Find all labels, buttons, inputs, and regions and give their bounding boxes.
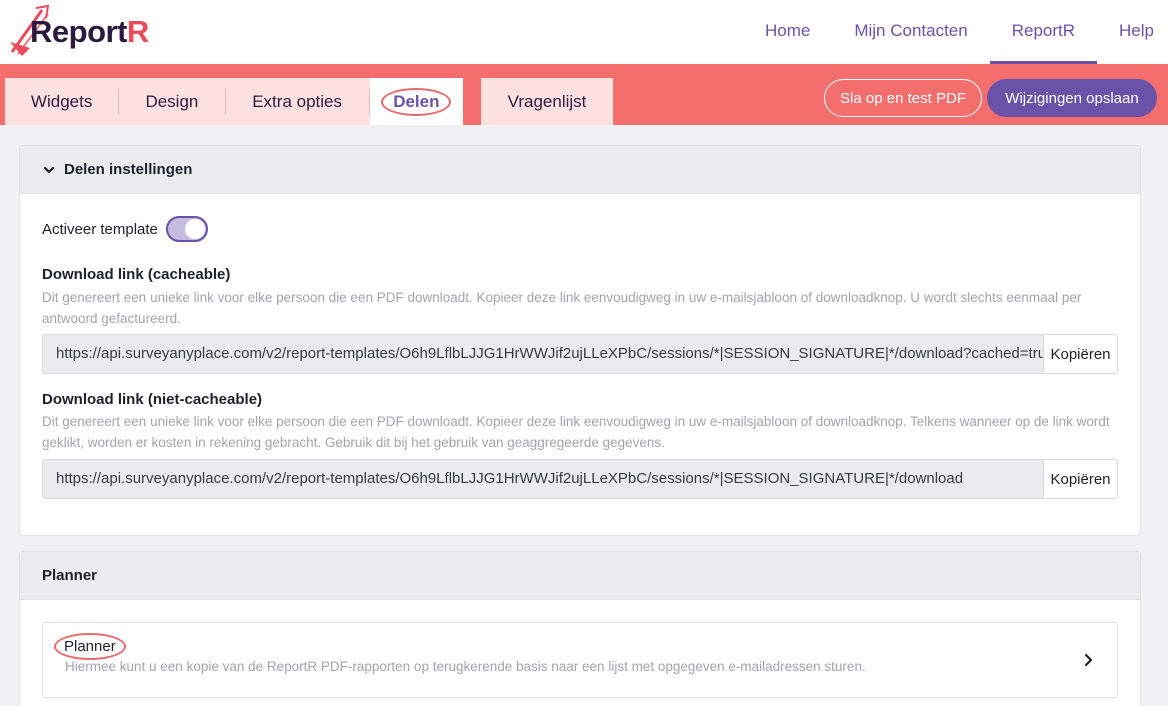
logo-prefix: Report — [30, 14, 127, 49]
planner-card-title: Planner — [54, 633, 126, 660]
cacheable-link-input[interactable]: https://api.surveyanyplace.com/v2/report… — [42, 334, 1043, 374]
share-settings-title: Delen instellingen — [64, 161, 193, 178]
tab-design[interactable]: Design — [119, 78, 224, 125]
tab-delen-label: Delen — [381, 87, 452, 116]
non-cacheable-link-row: https://api.surveyanyplace.com/v2/report… — [42, 459, 1118, 499]
nav-reportr[interactable]: ReportR — [989, 0, 1098, 64]
save-changes-button[interactable]: Wijzigingen opslaan — [987, 79, 1157, 117]
share-settings-header[interactable]: Delen instellingen — [20, 146, 1140, 194]
editor-tabs: Widgets Design Extra opties Delen — [5, 78, 464, 125]
nav-mijn-contacten[interactable]: Mijn Contacten — [832, 0, 989, 64]
planner-card-description: Hiermee kunt u een kopie van de ReportR … — [65, 659, 866, 674]
planner-card[interactable]: Planner Hiermee kunt u een kopie van de … — [42, 622, 1118, 698]
tab-delen[interactable]: Delen — [369, 78, 464, 125]
tab-widgets[interactable]: Widgets — [5, 78, 118, 125]
save-and-test-pdf-button[interactable]: Sla op en test PDF — [824, 79, 982, 117]
tab-vragenlijst[interactable]: Vragenlijst — [481, 78, 613, 125]
main-nav: Home Mijn Contacten ReportR Help — [743, 0, 1168, 64]
logo-wordmark: ReportR — [30, 14, 149, 50]
logo-suffix: R — [126, 14, 149, 49]
non-cacheable-link-title: Download link (niet-cacheable) — [42, 391, 263, 408]
planner-header: Planner — [20, 552, 1140, 600]
copy-non-cacheable-link-button[interactable]: Kopiëren — [1043, 459, 1118, 499]
editor-tab-bar: Widgets Design Extra opties Delen Vragen… — [0, 64, 1168, 125]
nav-help[interactable]: Help — [1097, 0, 1168, 64]
chevron-right-icon — [1084, 653, 1093, 667]
tab-extra-opties[interactable]: Extra opties — [226, 78, 369, 125]
reportr-logo[interactable]: ReportR — [8, 2, 158, 60]
activate-template-row: Activeer template — [42, 216, 208, 242]
non-cacheable-link-description: Dit genereert een unieke link voor elke … — [42, 414, 1110, 450]
chevron-down-icon — [43, 166, 55, 173]
nav-home[interactable]: Home — [743, 0, 832, 64]
share-settings-panel: Delen instellingen Activeer template Dow… — [19, 145, 1141, 536]
cacheable-link-title: Download link (cacheable) — [42, 266, 231, 283]
activate-template-label: Activeer template — [42, 220, 158, 238]
cacheable-link-row: https://api.surveyanyplace.com/v2/report… — [42, 334, 1118, 374]
copy-cacheable-link-button[interactable]: Kopiëren — [1043, 334, 1118, 374]
planner-panel: Planner Planner Hiermee kunt u een kopie… — [19, 551, 1141, 706]
activate-template-toggle[interactable] — [165, 216, 208, 242]
toggle-knob — [184, 219, 205, 239]
cacheable-link-description: Dit genereert een unieke link voor elke … — [42, 290, 1082, 326]
top-header: ReportR Home Mijn Contacten ReportR Help — [0, 0, 1168, 64]
non-cacheable-link-input[interactable]: https://api.surveyanyplace.com/v2/report… — [42, 459, 1043, 499]
